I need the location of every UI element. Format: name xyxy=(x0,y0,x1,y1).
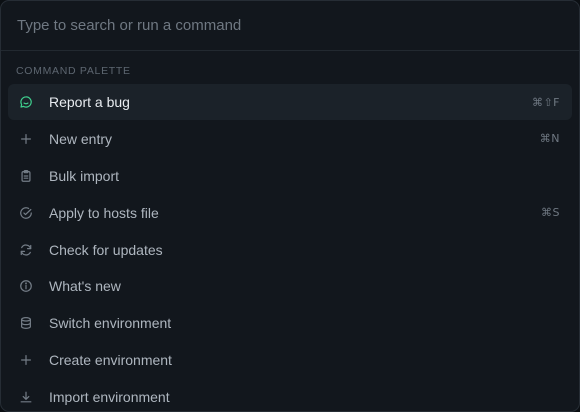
command-import-environment[interactable]: Import environment xyxy=(8,379,572,411)
search-bar xyxy=(1,1,579,51)
section-label: COMMAND PALETTE xyxy=(16,65,131,77)
chat-bubble-icon xyxy=(19,95,33,109)
download-icon xyxy=(19,390,33,404)
command-report-bug[interactable]: Report a bug ⌘⇧F xyxy=(8,84,572,120)
command-switch-environment[interactable]: Switch environment xyxy=(8,305,572,341)
command-label: Check for updates xyxy=(49,241,163,258)
command-label: Create environment xyxy=(49,352,172,369)
search-input[interactable] xyxy=(17,10,563,41)
command-list: Report a bug ⌘⇧F New entry ⌘N Bulk impor… xyxy=(1,83,579,411)
command-label: Bulk import xyxy=(49,167,120,184)
command-apply-hosts[interactable]: Apply to hosts file ⌘S xyxy=(8,195,572,231)
check-circle-icon xyxy=(19,206,33,220)
command-check-updates[interactable]: Check for updates xyxy=(8,232,572,268)
command-whats-new[interactable]: What's new xyxy=(8,268,572,304)
command-bulk-import[interactable]: Bulk import xyxy=(8,158,572,194)
command-label: Report a bug xyxy=(49,94,130,110)
database-icon xyxy=(19,316,33,330)
plus-icon xyxy=(19,353,33,367)
plus-icon xyxy=(19,132,33,146)
refresh-icon xyxy=(19,243,33,257)
command-new-entry[interactable]: New entry ⌘N xyxy=(8,121,572,157)
command-label: Switch environment xyxy=(49,315,172,332)
command-label: Import environment xyxy=(49,389,170,406)
clipboard-icon xyxy=(19,169,33,183)
keyboard-shortcut: ⌘N xyxy=(539,132,560,146)
command-label: New entry xyxy=(49,130,113,147)
keyboard-shortcut: ⌘⇧F xyxy=(531,95,560,109)
command-label: What's new xyxy=(49,278,121,295)
command-create-environment[interactable]: Create environment xyxy=(8,342,572,378)
keyboard-shortcut: ⌘S xyxy=(541,206,560,220)
command-palette: COMMAND PALETTE Report a bug ⌘⇧F New ent… xyxy=(0,0,580,412)
info-icon xyxy=(19,279,33,293)
command-label: Apply to hosts file xyxy=(49,204,159,221)
